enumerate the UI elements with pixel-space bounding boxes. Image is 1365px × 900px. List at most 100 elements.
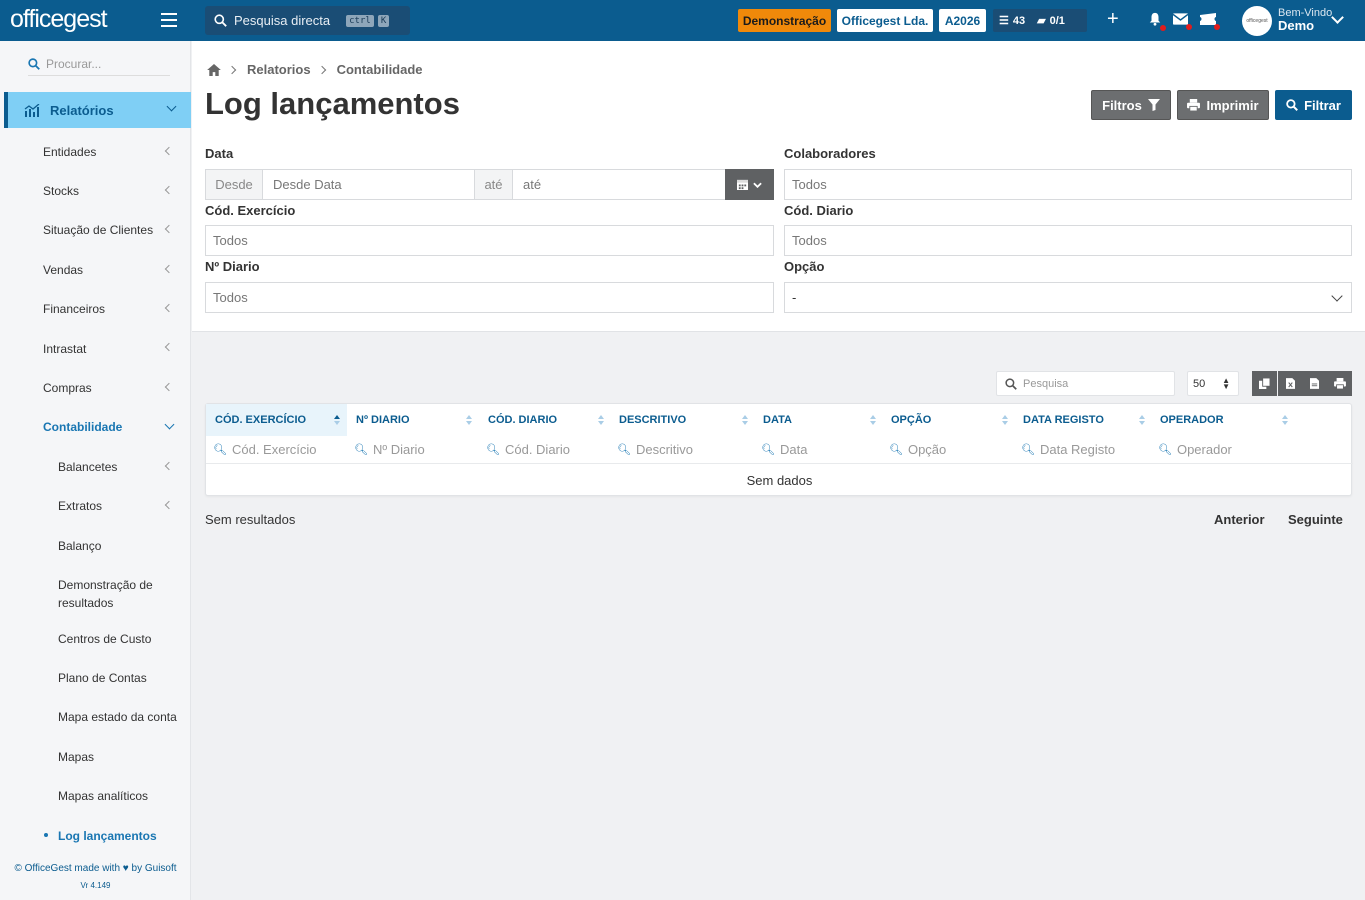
copy-button[interactable] <box>1252 371 1277 396</box>
sort-icon[interactable] <box>870 415 876 425</box>
kbd-k: K <box>377 14 390 27</box>
sidebar-item-stocks[interactable]: Stocks <box>43 184 79 198</box>
sort-icon[interactable] <box>598 415 604 425</box>
column-filter-data[interactable]: 🔍︎ Data <box>754 437 807 461</box>
user-welcome[interactable]: Bem-Vindo Demo <box>1278 7 1332 33</box>
officegest-logo[interactable]: officegest <box>10 5 108 34</box>
search-icon: 🔍︎ <box>617 443 631 456</box>
ate-date-input[interactable]: até <box>512 169 726 200</box>
sidebar-item-entidades[interactable]: Entidades <box>43 145 96 159</box>
export-excel-button[interactable] <box>1278 371 1303 396</box>
column-header-opcao[interactable]: OPÇÃO <box>882 404 1014 436</box>
sidebar-subitem-centros-custo[interactable]: Centros de Custo <box>58 632 151 646</box>
breadcrumb-relatorios[interactable]: Relatorios <box>247 62 311 77</box>
up-down-icon: ▲ ▼ <box>1222 376 1230 391</box>
page-title: Log lançamentos <box>205 86 460 121</box>
user-menu-chevron-down-icon[interactable] <box>1331 11 1344 24</box>
file-icon <box>1310 378 1319 389</box>
column-filter-operador[interactable]: 🔍︎ Operador <box>1151 437 1232 461</box>
sidebar-subitem-log-lancamentos[interactable]: Log lançamentos <box>58 829 157 843</box>
footer-by: by Guisoft <box>131 863 177 874</box>
notifications-bell-icon[interactable] <box>1148 12 1166 31</box>
sort-icon[interactable] <box>334 415 340 425</box>
cod-diario-select[interactable]: Todos <box>784 225 1352 256</box>
sidebar-subitem-mapas-analiticos[interactable]: Mapas analíticos <box>58 789 148 803</box>
filters-button[interactable]: Filtros <box>1091 90 1171 120</box>
pagination-previous-button[interactable]: Anterior <box>1214 512 1265 527</box>
home-icon[interactable] <box>207 63 221 76</box>
direct-search-input[interactable]: Pesquisa directa ctrl K <box>205 6 410 35</box>
sort-icon[interactable] <box>466 415 472 425</box>
sidebar-section-relatorios[interactable]: Relatórios <box>4 92 191 128</box>
column-filter-placeholder: Opção <box>907 441 947 457</box>
sort-icon[interactable] <box>1282 415 1288 425</box>
tickets-icon[interactable] <box>1200 12 1220 30</box>
column-filter-opcao[interactable]: 🔍︎ Opção <box>882 437 946 461</box>
table-search-input[interactable]: Pesquisa <box>996 371 1175 396</box>
sidebar-search-input[interactable]: Procurar... <box>28 52 170 76</box>
chevron-down-icon <box>753 182 762 188</box>
export-csv-button[interactable] <box>1302 371 1327 396</box>
sidebar-item-vendas[interactable]: Vendas <box>43 263 83 277</box>
task-doc-counters[interactable]: ☰ 43 ▰ 0/1 <box>993 9 1087 32</box>
demo-badge[interactable]: Demonstração <box>738 9 831 32</box>
sidebar-subitem-plano-contas[interactable]: Plano de Contas <box>58 671 147 685</box>
add-icon[interactable]: + <box>1107 8 1119 31</box>
hamburger-menu-icon[interactable] <box>161 13 177 27</box>
column-header-cod-exercicio[interactable]: CÓD. EXERCÍCIO <box>206 404 347 436</box>
sort-icon[interactable] <box>742 415 748 425</box>
column-header-operador[interactable]: OPERADOR <box>1151 404 1291 436</box>
search-icon: 🔍︎ <box>354 443 368 456</box>
messages-envelope-icon[interactable] <box>1172 12 1192 30</box>
sidebar-item-contabilidade[interactable]: Contabilidade <box>43 420 122 434</box>
column-header-descritivo[interactable]: DESCRITIVO <box>610 404 754 436</box>
column-header-data[interactable]: DATA <box>754 404 882 436</box>
print-table-button[interactable] <box>1327 371 1352 396</box>
sidebar-item-situacao-clientes[interactable]: Situação de Clientes <box>43 223 153 237</box>
column-filter-data-registo[interactable]: 🔍︎ Data Registo <box>1014 437 1115 461</box>
date-picker-button[interactable] <box>725 169 774 200</box>
sidebar-search-placeholder: Procurar... <box>46 56 102 71</box>
column-filter-n-diario[interactable]: 🔍︎ Nº Diario <box>347 437 425 461</box>
column-header-cod-diario[interactable]: CÓD. DIARIO <box>479 404 611 436</box>
breadcrumb-contabilidade[interactable]: Contabilidade <box>337 62 423 77</box>
year-selector[interactable]: A2026 <box>939 9 986 32</box>
search-icon: 🔍︎ <box>486 443 500 456</box>
sort-icon[interactable] <box>1139 415 1145 425</box>
column-header-n-diario[interactable]: Nº DIARIO <box>347 404 479 436</box>
column-filter-cod-exercicio[interactable]: 🔍︎ Cód. Exercício <box>206 437 317 461</box>
breadcrumb: Relatorios Contabilidade <box>207 62 423 77</box>
sidebar-subitem-balancetes[interactable]: Balancetes <box>58 460 117 474</box>
filter-apply-button[interactable]: Filtrar <box>1275 90 1352 120</box>
search-icon: 🔍︎ <box>213 443 227 456</box>
company-selector[interactable]: Officegest Lda. <box>837 9 933 32</box>
sidebar-subitem-mapas[interactable]: Mapas <box>58 750 94 764</box>
column-filter-cod-diario[interactable]: 🔍︎ Cód. Diario <box>479 437 570 461</box>
cod-exercicio-select[interactable]: Todos <box>205 225 774 256</box>
n-diario-select[interactable]: Todos <box>205 282 774 313</box>
user-avatar[interactable]: officegest <box>1242 6 1272 36</box>
search-icon <box>28 57 40 70</box>
sort-icon[interactable] <box>1002 415 1008 425</box>
column-header-data-registo[interactable]: DATA REGISTO <box>1014 404 1151 436</box>
data-label: Data <box>205 146 234 161</box>
sidebar-subitem-extratos[interactable]: Extratos <box>58 499 102 513</box>
pagination-next-button[interactable]: Seguinte <box>1288 512 1343 527</box>
colaboradores-select[interactable]: Todos <box>784 169 1352 200</box>
sidebar-subitem-balanco[interactable]: Balanço <box>58 539 101 553</box>
sidebar-item-compras[interactable]: Compras <box>43 381 92 395</box>
column-filter-descritivo[interactable]: 🔍︎ Descritivo <box>610 437 693 461</box>
direct-search-placeholder: Pesquisa directa <box>234 13 331 28</box>
opcao-select[interactable]: - <box>784 282 1352 313</box>
sidebar-subitem-mapa-estado-conta[interactable]: Mapa estado da conta <box>58 710 177 724</box>
sidebar-item-intrastat[interactable]: Intrastat <box>43 342 86 356</box>
sidebar-subitem-demonstracao-resultados[interactable]: Demonstração de resultados <box>58 576 168 612</box>
print-button[interactable]: Imprimir <box>1177 90 1269 120</box>
ate-addon: até <box>474 169 513 200</box>
column-header-label: Nº DIARIO <box>356 414 410 426</box>
column-header-label: CÓD. DIARIO <box>488 414 558 426</box>
docs-count: 0/1 <box>1049 14 1065 27</box>
desde-date-input[interactable]: Desde Data <box>262 169 475 200</box>
per-page-select[interactable]: 50 ▲ ▼ <box>1187 371 1239 396</box>
sidebar-item-financeiros[interactable]: Financeiros <box>43 302 105 316</box>
